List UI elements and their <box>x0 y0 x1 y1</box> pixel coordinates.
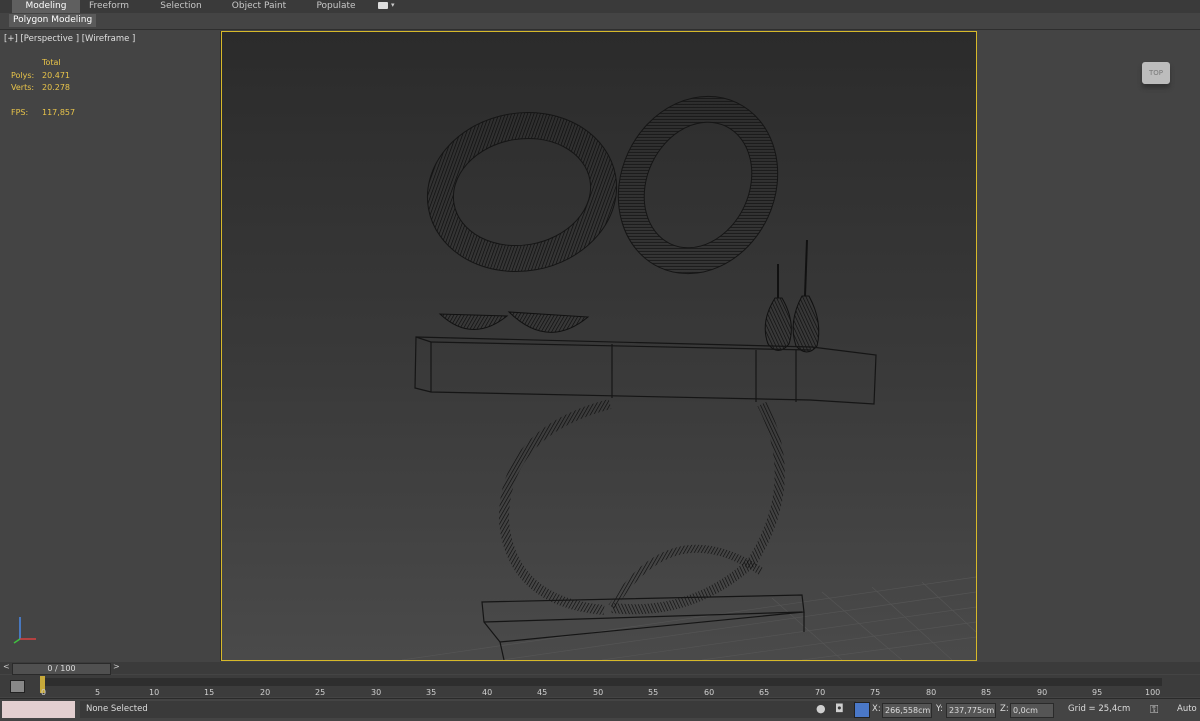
fps-label: FPS: <box>11 108 29 117</box>
tick-label: 5 <box>95 688 101 697</box>
axis-gizmo-icon <box>13 617 36 644</box>
tab-selection[interactable]: Selection <box>150 0 212 13</box>
timeline-track[interactable] <box>40 678 1162 686</box>
frame-counter-slider[interactable]: 0 / 100 <box>12 663 111 675</box>
mirror-left <box>426 111 618 273</box>
polygon-modeling-panel[interactable]: Polygon Modeling <box>9 14 97 27</box>
tick-label: 70 <box>815 688 826 697</box>
grid-size-label: Grid = 25,4cm <box>1068 704 1131 714</box>
x-coordinate-field[interactable]: 266,558cm <box>882 703 932 718</box>
absolute-mode-icon[interactable] <box>854 702 870 718</box>
console-table <box>414 336 877 660</box>
layer-manager-icon[interactable] <box>10 680 25 693</box>
polys-value: 20.471 <box>42 71 70 80</box>
tick-label: 45 <box>537 688 548 697</box>
stats-header: Total <box>42 58 61 67</box>
viewcube-icon[interactable]: TOP <box>1142 62 1170 84</box>
tick-label: 55 <box>648 688 659 697</box>
ribbon-tab-bar: Modeling Freeform Selection Object Paint… <box>0 0 1200 13</box>
tick-label: 80 <box>926 688 937 697</box>
tick-label: 30 <box>371 688 382 697</box>
wireframe-scene <box>401 95 976 660</box>
tick-label: 60 <box>704 688 715 697</box>
verts-value: 20.278 <box>42 83 70 92</box>
tick-label: 10 <box>149 688 160 697</box>
y-label: Y: <box>936 704 943 714</box>
tick-label: 65 <box>759 688 770 697</box>
pin-icon[interactable]: ● <box>816 702 826 715</box>
key-icon[interactable]: ⚿ <box>1150 703 1158 717</box>
tick-label: 85 <box>981 688 992 697</box>
track-bar[interactable]: 0 5 10 15 20 25 30 35 40 45 50 55 60 65 … <box>0 675 1200 697</box>
tick-label: 90 <box>1037 688 1048 697</box>
status-bar: None Selected ● ◘ X: 266,558cm Y: 237,77… <box>0 698 1200 721</box>
next-frame-arrow[interactable]: > <box>113 662 120 671</box>
tick-label: 15 <box>204 688 215 697</box>
camera-icon[interactable] <box>378 2 388 9</box>
verts-label: Verts: <box>11 83 35 92</box>
polys-label: Polys: <box>11 71 35 80</box>
perspective-viewport[interactable] <box>221 31 977 661</box>
viewport-label[interactable]: [+] [Perspective ] [Wireframe ] <box>4 34 135 44</box>
z-label: Z: <box>1000 704 1009 714</box>
ground-grid <box>401 576 976 660</box>
tick-label: 0 <box>41 688 47 697</box>
auto-key-button[interactable]: Auto <box>1177 704 1197 714</box>
mirror-right <box>617 95 779 275</box>
tick-label: 20 <box>260 688 271 697</box>
tab-populate[interactable]: Populate <box>306 0 366 13</box>
time-slider-bar: < 0 / 100 > <box>0 662 1200 675</box>
x-label: X: <box>872 704 881 714</box>
left-viewport[interactable]: [+] [Perspective ] [Wireframe ] Total Po… <box>0 31 221 661</box>
z-coordinate-field[interactable]: 0,0cm <box>1010 703 1054 718</box>
selection-status: None Selected <box>80 701 856 718</box>
tick-label: 100 <box>1145 688 1161 697</box>
lock-icon[interactable]: ◘ <box>835 702 844 715</box>
tick-label: 75 <box>870 688 881 697</box>
tab-freeform[interactable]: Freeform <box>80 0 138 13</box>
tick-label: 25 <box>315 688 326 697</box>
ribbon-sub-bar: Polygon Modeling <box>0 13 1200 30</box>
tick-label: 50 <box>593 688 604 697</box>
maxscript-listener[interactable] <box>2 701 75 718</box>
bowls <box>438 311 590 333</box>
tick-label: 95 <box>1092 688 1103 697</box>
vases <box>764 239 820 353</box>
prev-frame-arrow[interactable]: < <box>3 662 10 671</box>
fps-value: 117,857 <box>42 108 76 117</box>
dropdown-arrow-icon[interactable]: ▾ <box>391 1 395 9</box>
tab-modeling[interactable]: Modeling <box>12 0 80 13</box>
tick-label: 35 <box>426 688 437 697</box>
right-viewport[interactable]: TOP <box>977 31 1200 661</box>
tab-object-paint[interactable]: Object Paint <box>226 0 292 13</box>
y-coordinate-field[interactable]: 237,775cm <box>946 703 996 718</box>
tick-label: 40 <box>482 688 493 697</box>
